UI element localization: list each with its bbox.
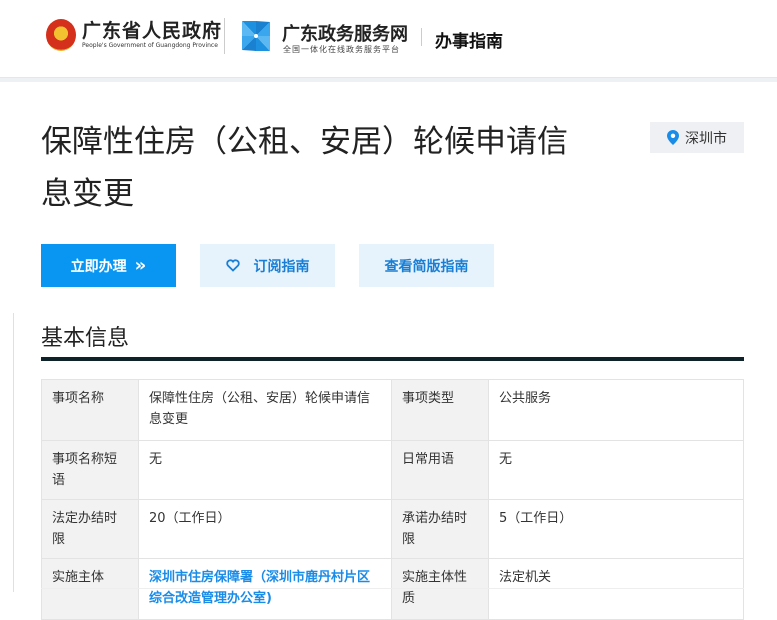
table-row: 实施主体 深圳市住房保障署（深圳市鹿丹村片区综合改造管理办公室) 实施主体性质 … <box>41 558 744 620</box>
table-row: 法定办结时限 20（工作日） 承诺办结时限 5（工作日） <box>41 499 744 559</box>
page-title: 保障性住房（公租、安居）轮候申请信息变更 <box>41 124 568 212</box>
value-cell: 无 <box>488 440 744 500</box>
section-underline <box>41 357 744 361</box>
national-emblem-icon <box>46 19 76 51</box>
divider <box>421 28 422 46</box>
value-cell: 5（工作日） <box>488 499 744 559</box>
gov-subtitle: People's Government of Guangdong Provinc… <box>82 42 218 49</box>
label-cell: 实施主体性质 <box>391 558 489 620</box>
label-cell: 法定办结时限 <box>41 499 139 559</box>
heart-icon <box>225 259 240 272</box>
subscribe-label: 订阅指南 <box>253 258 310 275</box>
apply-label: 立即办理 <box>70 258 127 275</box>
site-header: 广东省人民政府 People's Government of Guangdong… <box>0 0 777 78</box>
location-selector[interactable]: 深圳市 <box>650 122 744 153</box>
basic-info-table: 事项名称 保障性住房（公租、安居）轮候申请信息变更 事项类型 公共服务 事项名称… <box>41 379 744 620</box>
portal-title[interactable]: 广东政务服务网 <box>282 20 408 46</box>
header-shadow <box>0 78 777 82</box>
value-cell: 深圳市住房保障署（深圳市鹿丹村片区综合改造管理办公室) <box>138 558 392 620</box>
label-cell: 事项类型 <box>391 379 489 441</box>
label-cell: 实施主体 <box>41 558 139 620</box>
label-cell: 日常用语 <box>391 440 489 500</box>
label-cell: 承诺办结时限 <box>391 499 489 559</box>
label-cell: 事项名称短语 <box>41 440 139 500</box>
table-row: 事项名称短语 无 日常用语 无 <box>41 440 744 500</box>
divider <box>41 588 744 589</box>
gov-title[interactable]: 广东省人民政府 <box>82 16 222 43</box>
subscribe-guide-button[interactable]: 订阅指南 <box>200 244 335 287</box>
label-cell: 事项名称 <box>41 379 139 441</box>
section-title: 办事指南 <box>435 32 503 52</box>
value-cell: 公共服务 <box>488 379 744 441</box>
value-cell: 法定机关 <box>488 558 744 620</box>
location-label: 深圳市 <box>685 130 727 147</box>
simple-guide-button[interactable]: 查看简版指南 <box>359 244 494 287</box>
value-cell: 20（工作日） <box>138 499 392 559</box>
left-border <box>13 313 14 592</box>
apply-now-button[interactable]: 立即办理 » <box>41 244 176 287</box>
value-cell: 无 <box>138 440 392 500</box>
value-cell: 保障性住房（公租、安居）轮候申请信息变更 <box>138 379 392 441</box>
divider <box>224 18 225 54</box>
pinwheel-logo-icon <box>242 21 270 51</box>
double-chevron-right-icon: » <box>134 255 147 276</box>
table-row: 事项名称 保障性住房（公租、安居）轮候申请信息变更 事项类型 公共服务 <box>41 379 744 441</box>
location-pin-icon <box>667 130 679 145</box>
portal-subtitle: 全国一体化在线政务服务平台 <box>283 45 400 54</box>
section-heading: 基本信息 <box>41 326 130 351</box>
